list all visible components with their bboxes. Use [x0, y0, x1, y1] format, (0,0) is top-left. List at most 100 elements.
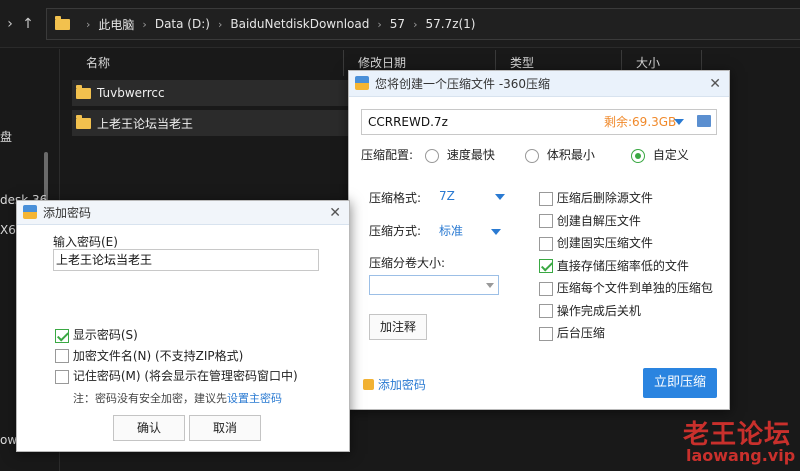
checkbox[interactable] [55, 369, 69, 384]
cancel-button[interactable]: 取消 [189, 415, 261, 441]
lock-icon [363, 379, 374, 390]
column-name[interactable]: 名称 [72, 50, 344, 76]
mode-label: 自定义 [652, 148, 689, 162]
chevron-right-icon: › [217, 17, 223, 31]
add-password-label: 添加密码 [377, 378, 426, 392]
add-comment-button[interactable]: 加注释 [369, 314, 427, 340]
mode-custom[interactable]: 自定义 [631, 147, 689, 163]
format-select[interactable]: 7Z [439, 189, 505, 203]
nav-item-ow[interactable]: ow [0, 433, 17, 447]
folder-icon [55, 15, 70, 30]
mode-speed[interactable]: 速度最快 [425, 147, 495, 163]
folder-icon [76, 114, 91, 129]
filename-field[interactable]: CCRREWD.7z 剩余:69.3GB [361, 109, 717, 135]
folder-browse-icon[interactable] [697, 115, 711, 127]
method-value: 标准 [439, 224, 464, 238]
breadcrumb[interactable]: › 此电脑 › Data (D:) › BaiduNetdiskDownload… [46, 8, 800, 40]
option-show-password[interactable]: 显示密码(S) [55, 325, 298, 346]
chevron-down-icon[interactable] [674, 119, 684, 125]
dialog-titlebar: 您将创建一个压缩文件 -360压缩 ✕ [349, 71, 729, 97]
chevron-right-icon: › [86, 17, 91, 31]
option-label: 创建固实压缩文件 [556, 236, 653, 250]
option-separate-archives[interactable]: 压缩每个文件到单独的压缩包 [539, 277, 713, 300]
dialog-title: 您将创建一个压缩文件 -360压缩 [375, 77, 551, 91]
mode-label: 体积最小 [546, 148, 595, 162]
confirm-button[interactable]: 确认 [113, 415, 185, 441]
list-item[interactable]: Tuvbwerrcc [72, 80, 352, 106]
checkbox[interactable] [539, 326, 553, 341]
checkbox-checked[interactable] [539, 259, 553, 273]
add-password-link[interactable]: 添加密码 [363, 376, 426, 393]
option-label: 显示密码(S) [72, 328, 138, 342]
dialog-title: 添加密码 [43, 206, 92, 220]
breadcrumb-download-folder[interactable]: BaiduNetdiskDownload [230, 17, 369, 31]
option-label: 创建自解压文件 [556, 213, 641, 228]
option-label: 直接存储压缩率低的文件 [556, 258, 689, 273]
close-icon[interactable]: ✕ [709, 71, 721, 97]
chevron-right-icon: › [142, 17, 147, 31]
checkbox[interactable] [539, 304, 553, 318]
option-delete-source[interactable]: 压缩后删除源文件 [539, 187, 713, 210]
password-input-label: 输入密码(E) [53, 235, 118, 249]
nav-item-drive[interactable]: 盘 [0, 128, 12, 145]
radio-button[interactable] [425, 148, 439, 163]
file-name: Tuvbwerrcc [97, 86, 165, 100]
option-label: 记住密码(M) (将会显示在管理密码窗口中) [72, 369, 298, 383]
360-zip-icon [355, 76, 369, 90]
method-select[interactable]: 标准 [439, 222, 501, 239]
option-self-extract[interactable]: 创建自解压文件 [539, 210, 713, 233]
option-label: 加密文件名(N) (不支持ZIP格式) [72, 348, 244, 363]
option-shutdown[interactable]: 操作完成后关机 [539, 300, 713, 323]
checkbox[interactable] [539, 281, 553, 296]
folder-icon [76, 84, 91, 99]
option-store-low-ratio[interactable]: 直接存储压缩率低的文件 [539, 255, 713, 278]
split-label: 压缩分卷大小: [369, 256, 446, 270]
note-text: 注：密码没有安全加密，建议先 [73, 392, 227, 405]
options-list: 压缩后删除源文件 创建自解压文件 创建固实压缩文件 直接存储压缩率低的文件 压缩… [539, 187, 713, 345]
chevron-right-icon: › [413, 17, 418, 31]
config-label: 压缩配置: [361, 148, 414, 162]
option-label: 操作完成后关机 [556, 303, 641, 318]
checkbox[interactable] [539, 191, 553, 206]
chevron-down-icon[interactable] [494, 193, 505, 200]
360-zip-icon [23, 205, 37, 219]
radio-button[interactable] [525, 148, 539, 163]
checkbox[interactable] [539, 236, 553, 251]
checkbox[interactable] [539, 214, 553, 228]
set-master-password-link[interactable]: 设置主密码 [227, 392, 282, 405]
option-remember-password[interactable]: 记住密码(M) (将会显示在管理密码窗口中) [55, 366, 298, 387]
radio-button-selected[interactable] [631, 148, 645, 163]
checkbox-checked[interactable] [55, 328, 69, 343]
up-arrow-icon[interactable]: ↑ [18, 14, 38, 34]
close-icon[interactable]: ✕ [329, 201, 341, 225]
password-dialog: 添加密码 ✕ 输入密码(E) 上老王论坛当老王 显示密码(S) 加密文件名(N)… [16, 200, 350, 452]
security-note: 注：密码没有安全加密，建议先设置主密码 [73, 390, 282, 406]
filename-value: CCRREWD.7z [368, 115, 448, 129]
compress-now-button[interactable]: 立即压缩 [643, 368, 717, 398]
forward-chevron-icon[interactable]: › [0, 14, 20, 34]
option-solid[interactable]: 创建固实压缩文件 [539, 232, 713, 255]
chevron-down-icon[interactable] [486, 283, 494, 288]
breadcrumb-57[interactable]: 57 [390, 17, 405, 31]
file-name: 上老王论坛当老王 [97, 116, 194, 131]
mode-label: 速度最快 [446, 148, 495, 162]
option-encrypt-filenames[interactable]: 加密文件名(N) (不支持ZIP格式) [55, 346, 298, 367]
address-bar: › ↑ › 此电脑 › Data (D:) › BaiduNetdiskDown… [0, 0, 800, 48]
method-label: 压缩方式: [369, 224, 422, 238]
free-space: 剩余:69.3GB [604, 115, 677, 129]
option-label: 压缩后删除源文件 [556, 191, 653, 205]
breadcrumb-archive[interactable]: 57.7z(1) [425, 17, 475, 31]
option-label: 后台压缩 [556, 326, 605, 340]
mode-size[interactable]: 体积最小 [525, 147, 595, 163]
breadcrumb-drive[interactable]: Data (D:) [155, 17, 210, 31]
chevron-down-icon[interactable] [490, 228, 501, 235]
list-item[interactable]: 上老王论坛当老王 [72, 110, 352, 136]
breadcrumb-this-pc[interactable]: 此电脑 [98, 16, 134, 33]
option-background[interactable]: 后台压缩 [539, 322, 713, 345]
split-size-select[interactable] [369, 275, 499, 295]
password-input[interactable]: 上老王论坛当老王 [53, 249, 319, 271]
watermark-url: laowang.vip [686, 446, 796, 465]
checkbox[interactable] [55, 349, 69, 363]
dialog-titlebar: 添加密码 ✕ [17, 201, 349, 225]
chevron-right-icon: › [377, 17, 382, 31]
